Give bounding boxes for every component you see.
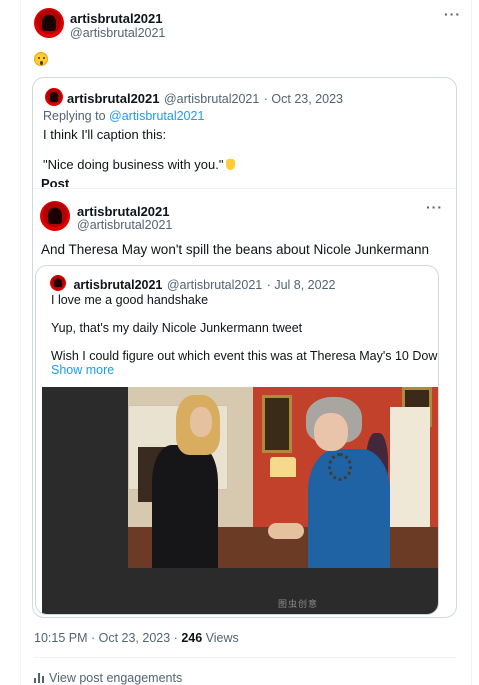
embedded-avatar <box>40 201 70 231</box>
more-options-icon[interactable]: ··· <box>444 6 461 22</box>
embedded-more-options-icon: ··· <box>426 199 443 215</box>
pointing-down-emoji-icon <box>225 159 235 170</box>
quoted-post-header: artisbrutal2021 @artisbrutal2021 · Oct 2… <box>67 90 343 108</box>
replying-handle-link[interactable]: @artisbrutal2021 <box>109 109 204 123</box>
author-name[interactable]: artisbrutal2021 <box>70 11 163 26</box>
nested-quote-card: artisbrutal2021 @artisbrutal2021 · Jul 8… <box>35 265 439 615</box>
nested-author-handle: @artisbrutal2021 <box>166 278 263 292</box>
quoted-post-date: · Oct 23, 2023 <box>263 92 344 106</box>
embedded-post-text: And Theresa May won't spill the beans ab… <box>41 242 430 257</box>
person-left-face <box>190 407 212 437</box>
embedded-author-handle: @artisbrutal2021 <box>77 218 173 232</box>
person-left-body <box>152 445 218 568</box>
show-more-link: Show more <box>51 363 115 377</box>
nested-text-line3: Wish I could figure out which event this… <box>51 349 439 363</box>
quoted-text-line1: I think I'll caption this: <box>43 127 167 142</box>
cropped-post-title: Post <box>41 176 70 187</box>
avatar[interactable] <box>34 8 64 38</box>
nested-text-line2: Yup, that's my daily Nicole Junkermann t… <box>51 321 303 335</box>
nested-quote-header: artisbrutal2021 @artisbrutal2021 · Jul 8… <box>51 276 335 294</box>
nested-author-name: artisbrutal2021 <box>73 278 163 292</box>
quoted-avatar <box>45 88 63 106</box>
person-right-face <box>314 413 348 451</box>
engagements-label[interactable]: View post engagements <box>49 671 182 685</box>
views-label: Views <box>205 631 239 645</box>
painting <box>262 395 292 453</box>
watermark-text: 图虫创意 <box>278 600 319 610</box>
divider <box>34 657 456 658</box>
divider <box>33 188 456 189</box>
necklace <box>328 453 352 481</box>
author-handle[interactable]: @artisbrutal2021 <box>70 26 165 40</box>
handshake <box>268 523 304 539</box>
quoted-author-name: artisbrutal2021 <box>67 91 160 106</box>
quoted-text-line2-content: "Nice doing business with you." <box>43 157 224 172</box>
replying-to: Replying to @artisbrutal2021 <box>43 109 204 123</box>
post-metadata: 10:15 PM · Oct 23, 2023 · 246 Views <box>34 631 239 645</box>
views-count: 246 <box>181 631 203 645</box>
handshake-photo: 图虫创意 <box>42 387 438 614</box>
photo-scene <box>128 387 438 568</box>
post-timestamp[interactable]: 10:15 PM · Oct 23, 2023 · <box>34 631 178 645</box>
analytics-bars-icon <box>34 673 45 683</box>
lamp <box>270 457 296 477</box>
watermark: 图虫创意 <box>278 597 318 610</box>
quoted-post-card[interactable]: artisbrutal2021 @artisbrutal2021 · Oct 2… <box>32 77 457 618</box>
replying-prefix: Replying to <box>43 109 106 123</box>
view-engagements-link[interactable]: View post engagements <box>34 671 182 685</box>
nested-text-line1: I love me a good handshake <box>51 293 209 307</box>
embedded-author-name: artisbrutal2021 <box>77 204 170 219</box>
quoted-author-handle: @artisbrutal2021 <box>163 92 260 106</box>
quoted-text-line2: "Nice doing business with you." <box>43 157 235 172</box>
hushed-face-emoji-icon <box>34 52 48 66</box>
nested-post-date: · Jul 8, 2022 <box>266 278 336 292</box>
